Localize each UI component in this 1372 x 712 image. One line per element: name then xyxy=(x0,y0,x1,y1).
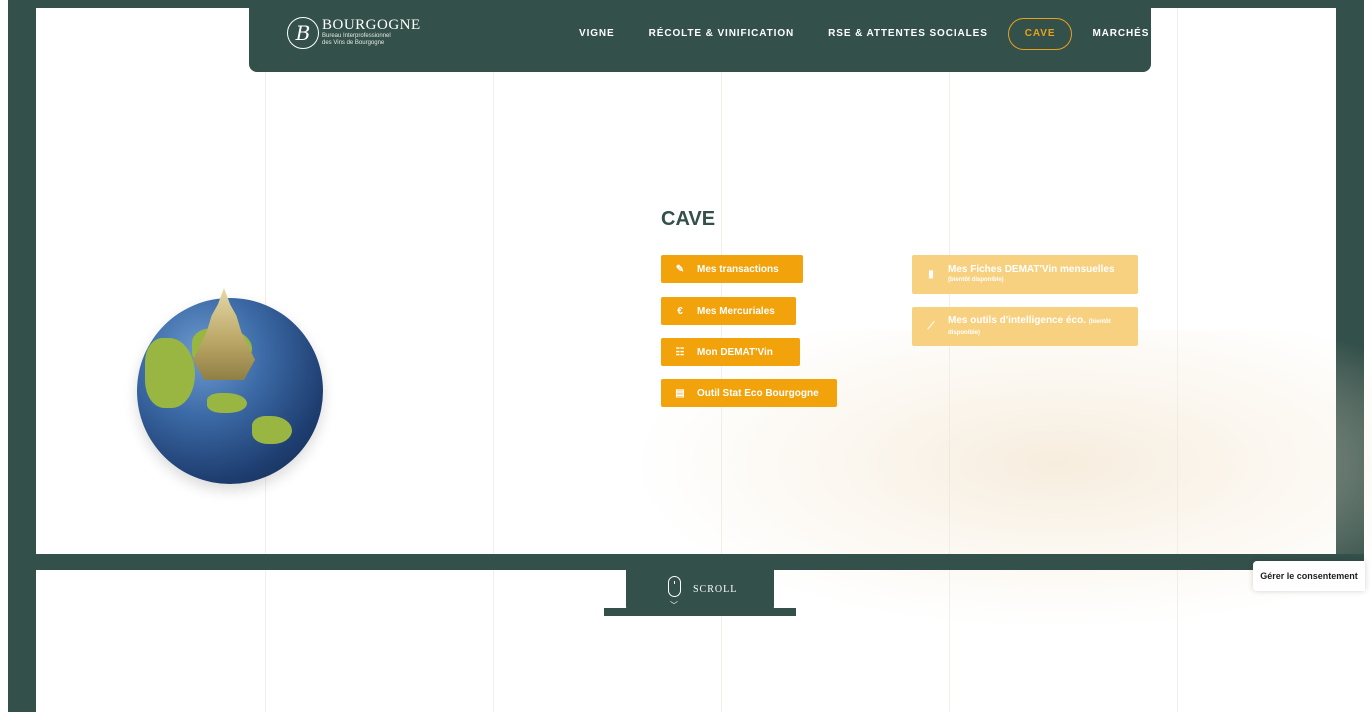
logo-mark: B xyxy=(287,17,319,49)
edit-icon: ✎ xyxy=(675,263,685,275)
table-icon: ▤ xyxy=(675,387,685,399)
nav-item-recolte-vinification[interactable]: RÉCOLTE & VINIFICATION xyxy=(649,19,795,49)
consent-button[interactable]: Gérer le consentement xyxy=(1253,561,1365,591)
mes-outils-intelligence-button[interactable]: ⟋ Mes outils d'intelligence éco. (bientô… xyxy=(912,307,1138,346)
globe-land xyxy=(207,393,247,413)
coming-soon-note: disponible) xyxy=(948,329,980,336)
nav-item-vigne[interactable]: VIGNE xyxy=(579,19,615,49)
mes-mercuriales-button[interactable]: € Mes Mercuriales xyxy=(661,297,796,325)
page-title: CAVE xyxy=(661,208,716,230)
grid-line xyxy=(493,8,494,712)
logo-subtitle-line2: des Vins de Bourgogne xyxy=(322,40,385,46)
outil-stat-eco-button[interactable]: ▤ Outil Stat Eco Bourgogne xyxy=(661,379,837,407)
nav-item-rse[interactable]: RSE & ATTENTES SOCIALES xyxy=(828,19,988,49)
button-label: Mes transactions xyxy=(697,263,779,275)
main-nav: VIGNE RÉCOLTE & VINIFICATION RSE & ATTEN… xyxy=(579,18,1183,50)
coming-soon-note: (bientôt xyxy=(1088,318,1111,325)
nav-item-marches[interactable]: MARCHÉS xyxy=(1092,19,1149,49)
section-divider-band xyxy=(8,554,1364,570)
logo-subtitle-line1: Bureau Interprofessionnel xyxy=(322,33,391,39)
chevron-down-icon: ﹀ xyxy=(670,601,678,610)
button-label: Mon DEMAT'Vin xyxy=(697,346,773,358)
sitemap-icon: ☷ xyxy=(675,346,685,358)
frame-top xyxy=(8,0,1364,8)
frame-left xyxy=(8,0,36,712)
chart-line-icon: ⟋ xyxy=(927,321,935,332)
mon-dematvin-button[interactable]: ☷ Mon DEMAT'Vin xyxy=(661,338,800,366)
nav-item-cave[interactable]: CAVE xyxy=(1007,18,1073,50)
logo[interactable]: B BOURGOGNE Bureau Interprofessionnel de… xyxy=(287,17,421,49)
button-label: Mes outils d'intelligence éco. xyxy=(948,314,1086,326)
mes-fiches-dematvin-button[interactable]: ▮ Mes Fiches DEMAT'Vin mensuelles (bient… xyxy=(912,255,1138,294)
globe-land xyxy=(252,416,292,444)
euro-icon: € xyxy=(677,305,683,317)
coming-soon-note: (bientôt disponible) xyxy=(948,276,1004,283)
globe-land xyxy=(145,338,195,408)
scroll-label: SCROLL xyxy=(693,584,738,595)
button-label: Outil Stat Eco Bourgogne xyxy=(697,387,819,399)
scroll-indicator[interactable]: ﹀ SCROLL xyxy=(604,570,796,616)
button-label: Mes Mercuriales xyxy=(697,305,775,317)
mouse-icon xyxy=(668,576,681,597)
mes-transactions-button[interactable]: ✎ Mes transactions xyxy=(661,255,803,283)
logo-name: BOURGOGNE xyxy=(322,17,421,33)
button-label: Mes Fiches DEMAT'Vin mensuelles xyxy=(948,263,1115,275)
clipboard-icon: ▮ xyxy=(928,269,934,280)
site-header: B BOURGOGNE Bureau Interprofessionnel de… xyxy=(249,8,1151,72)
